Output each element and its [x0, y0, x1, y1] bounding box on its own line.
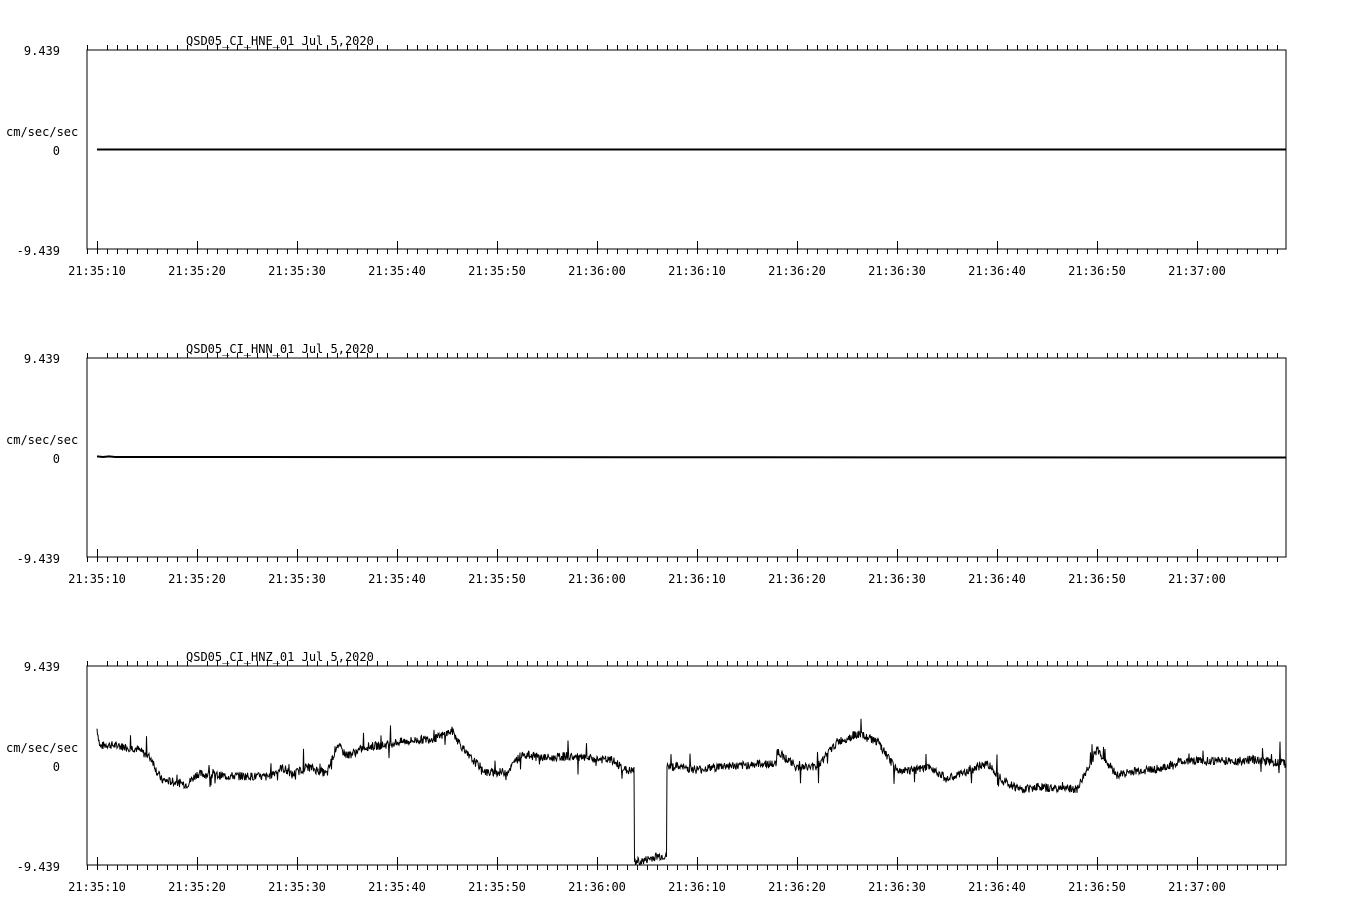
y-axis-label: cm/sec/sec — [6, 125, 78, 139]
x-tick-label: 21:36:00 — [568, 264, 626, 278]
x-tick-label: 21:35:50 — [468, 572, 526, 586]
x-tick-label: 21:36:40 — [968, 572, 1026, 586]
panel-title: QSD05_CI_HNZ_01 Jul 5,2020 — [186, 650, 374, 664]
x-tick-labels: 21:35:10 21:35:20 21:35:30 21:35:40 21:3… — [68, 880, 1226, 894]
y-tick-label-top: 9.439 — [24, 44, 60, 58]
x-tick-label: 21:35:30 — [268, 880, 326, 894]
x-tick-label: 21:35:20 — [168, 264, 226, 278]
x-tick-label: 21:36:20 — [768, 880, 826, 894]
seismogram-figure: QSD05_CI_HNE_01 Jul 5,2020 cm/sec/sec 9.… — [6, 34, 1287, 894]
x-tick-label: 21:36:00 — [568, 572, 626, 586]
x-tick-label: 21:36:40 — [968, 880, 1026, 894]
x-tick-label: 21:36:10 — [668, 880, 726, 894]
x-tick-label: 21:37:00 — [1168, 572, 1226, 586]
x-tick-label: 21:35:40 — [368, 572, 426, 586]
x-tick-label: 21:36:20 — [768, 264, 826, 278]
plot-frame — [86, 665, 1287, 866]
trace-hnz — [96, 718, 1287, 866]
panel-hnz: QSD05_CI_HNZ_01 Jul 5,2020 cm/sec/sec 9.… — [6, 650, 1287, 894]
x-tick-label: 21:37:00 — [1168, 880, 1226, 894]
x-tick-label: 21:36:30 — [868, 880, 926, 894]
x-tick-label: 21:35:20 — [168, 572, 226, 586]
x-tick-label: 21:36:50 — [1068, 880, 1126, 894]
panel-hnn: QSD05_CI_HNN_01 Jul 5,2020 cm/sec/sec 9.… — [6, 342, 1287, 586]
x-tick-label: 21:36:40 — [968, 264, 1026, 278]
y-tick-label-zero: 0 — [53, 144, 60, 158]
x-tick-label: 21:36:00 — [568, 880, 626, 894]
y-tick-label-top: 9.439 — [24, 660, 60, 674]
y-tick-label-top: 9.439 — [24, 352, 60, 366]
x-tick-label: 21:35:40 — [368, 880, 426, 894]
y-axis-label: cm/sec/sec — [6, 433, 78, 447]
x-tick-label: 21:37:00 — [1168, 264, 1226, 278]
panel-title: QSD05_CI_HNE_01 Jul 5,2020 — [186, 34, 374, 48]
x-tick-label: 21:35:50 — [468, 880, 526, 894]
x-tick-label: 21:36:30 — [868, 572, 926, 586]
x-tick-label: 21:36:10 — [668, 572, 726, 586]
y-tick-label-zero: 0 — [53, 452, 60, 466]
panel-title: QSD05_CI_HNN_01 Jul 5,2020 — [186, 342, 374, 356]
y-tick-label-bottom: -9.439 — [17, 860, 60, 874]
y-tick-label-zero: 0 — [53, 760, 60, 774]
trace-line — [96, 455, 1287, 459]
panel-hne: QSD05_CI_HNE_01 Jul 5,2020 cm/sec/sec 9.… — [6, 34, 1287, 278]
x-tick-labels: 21:35:10 21:35:20 21:35:30 21:35:40 21:3… — [68, 572, 1226, 586]
x-tick-label: 21:35:10 — [68, 880, 126, 894]
x-tick-label: 21:36:50 — [1068, 572, 1126, 586]
trace-hnn — [96, 455, 1287, 459]
x-tick-label: 21:35:10 — [68, 572, 126, 586]
x-tick-label: 21:35:30 — [268, 264, 326, 278]
x-tick-label: 21:36:20 — [768, 572, 826, 586]
x-tick-label: 21:35:20 — [168, 880, 226, 894]
x-tick-labels: 21:35:10 21:35:20 21:35:30 21:35:40 21:3… — [68, 264, 1226, 278]
x-tick-label: 21:35:10 — [68, 264, 126, 278]
trace-line — [96, 718, 1287, 866]
x-tick-label: 21:35:40 — [368, 264, 426, 278]
x-tick-label: 21:35:30 — [268, 572, 326, 586]
x-tick-label: 21:35:50 — [468, 264, 526, 278]
x-tick-label: 21:36:10 — [668, 264, 726, 278]
y-axis-label: cm/sec/sec — [6, 741, 78, 755]
x-tick-label: 21:36:30 — [868, 264, 926, 278]
y-tick-label-bottom: -9.439 — [17, 552, 60, 566]
x-tick-label: 21:36:50 — [1068, 264, 1126, 278]
y-tick-label-bottom: -9.439 — [17, 244, 60, 258]
